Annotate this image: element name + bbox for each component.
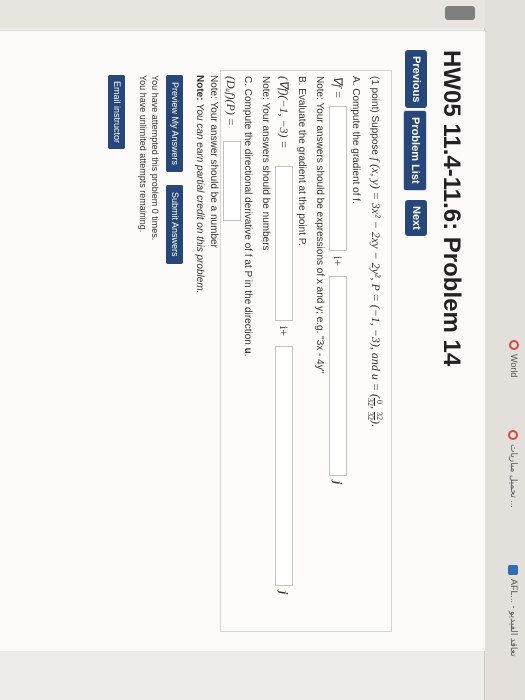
bookmark-label: World bbox=[509, 354, 519, 378]
unit-j-label: j bbox=[331, 481, 345, 485]
frac-den: 32 bbox=[366, 412, 375, 420]
unit-i-label: i+ bbox=[331, 256, 345, 267]
function-text: f (x, y) = 3x² − 2xy − 2y², P = (−1, −3)… bbox=[368, 157, 383, 398]
gradient-p-j-input[interactable] bbox=[275, 346, 293, 586]
problem-intro: (1 point) Suppose bbox=[368, 76, 380, 155]
note-b: Note: Your answers should be numbers bbox=[260, 76, 271, 251]
part-b-label: B. Evaluate the gradient at the point P. bbox=[296, 76, 307, 246]
gradient-p-i-input[interactable] bbox=[275, 166, 293, 321]
frac-num: 0 bbox=[374, 398, 384, 406]
problem-box: (1 point) Suppose f (x, y) = 3x² − 2xy −… bbox=[220, 70, 392, 632]
submit-answers-button[interactable]: Submit Answers bbox=[166, 185, 183, 264]
part-c-text: C. Compute the directional derivative of… bbox=[242, 76, 253, 348]
frac-den: 32 bbox=[366, 398, 375, 406]
attempts-remaining-text: You have unlimited attempts remaining. bbox=[138, 75, 148, 233]
bookmark-afl[interactable]: AFL... - تعاقد الفيديو bbox=[508, 565, 519, 657]
problem-statement: (1 point) Suppose f (x, y) = 3x² − 2xy −… bbox=[366, 76, 384, 427]
problem-list-button[interactable]: Problem List bbox=[403, 110, 427, 191]
gradient-at-p-label: (∇f)(−1, −3) = bbox=[277, 76, 291, 149]
bookmark-folder-icon bbox=[508, 565, 519, 575]
problem-function: f (x, y) = 3x² − 2xy − 2y², P = (−1, −3)… bbox=[366, 157, 384, 427]
note-c: Note: Your answer should be a number bbox=[208, 75, 219, 248]
attempts-text: You have attempted this problem 0 times. bbox=[150, 75, 160, 241]
page-title: HW05 11.4-11.6: Problem 14 bbox=[438, 50, 465, 367]
email-instructor-button[interactable]: Email instructor bbox=[108, 75, 125, 150]
note-a: Note: Your answers should be expressions… bbox=[314, 76, 325, 374]
frac-num: 32 bbox=[374, 412, 384, 420]
bookmark-world[interactable]: World bbox=[509, 340, 519, 377]
u-component-2: 32 32 bbox=[366, 412, 384, 420]
previous-button[interactable]: Previous bbox=[405, 50, 427, 109]
scrollbar-thumb[interactable] bbox=[445, 6, 475, 20]
bookmark-arabic[interactable]: تحميل مباريات ... bbox=[508, 430, 519, 508]
bookmark-site-icon bbox=[509, 340, 519, 350]
u-component-1: 0 32 bbox=[366, 398, 384, 406]
gradient-label: ∇f = bbox=[331, 76, 345, 99]
directional-derivative-label: (Dᵤf)(P) = bbox=[224, 76, 238, 126]
note-label: Note: bbox=[194, 75, 205, 101]
unit-i-label: i+ bbox=[277, 326, 291, 337]
function-end: ). bbox=[368, 420, 383, 427]
directional-derivative-input[interactable] bbox=[223, 141, 241, 221]
page-canvas: World تحميل مباريات ... AFL... - تعاقد ا… bbox=[0, 0, 525, 700]
note-text: You can earn partial credit on this prob… bbox=[194, 103, 205, 294]
gradient-i-input[interactable] bbox=[329, 106, 347, 251]
unit-j-label: j bbox=[277, 591, 291, 595]
partial-credit-note: Note: You can earn partial credit on thi… bbox=[194, 75, 205, 293]
bookmark-label: تحميل مباريات ... bbox=[509, 444, 519, 508]
bookmark-label: AFL... - تعاقد الفيديو bbox=[509, 579, 519, 657]
gradient-j-input[interactable] bbox=[329, 276, 347, 476]
preview-answers-button[interactable]: Preview My Answers bbox=[166, 75, 183, 173]
part-c-label: C. Compute the directional derivative of… bbox=[242, 76, 253, 357]
next-button[interactable]: Next bbox=[405, 200, 427, 236]
left-scrollbar[interactable] bbox=[0, 0, 485, 28]
bookmark-site-icon bbox=[508, 430, 519, 440]
part-c-end: . bbox=[242, 353, 253, 357]
bookmarks-bar: World تحميل مباريات ... AFL... - تعاقد ا… bbox=[484, 0, 525, 700]
part-a-label: A. Compute the gradient of f. bbox=[350, 76, 361, 204]
